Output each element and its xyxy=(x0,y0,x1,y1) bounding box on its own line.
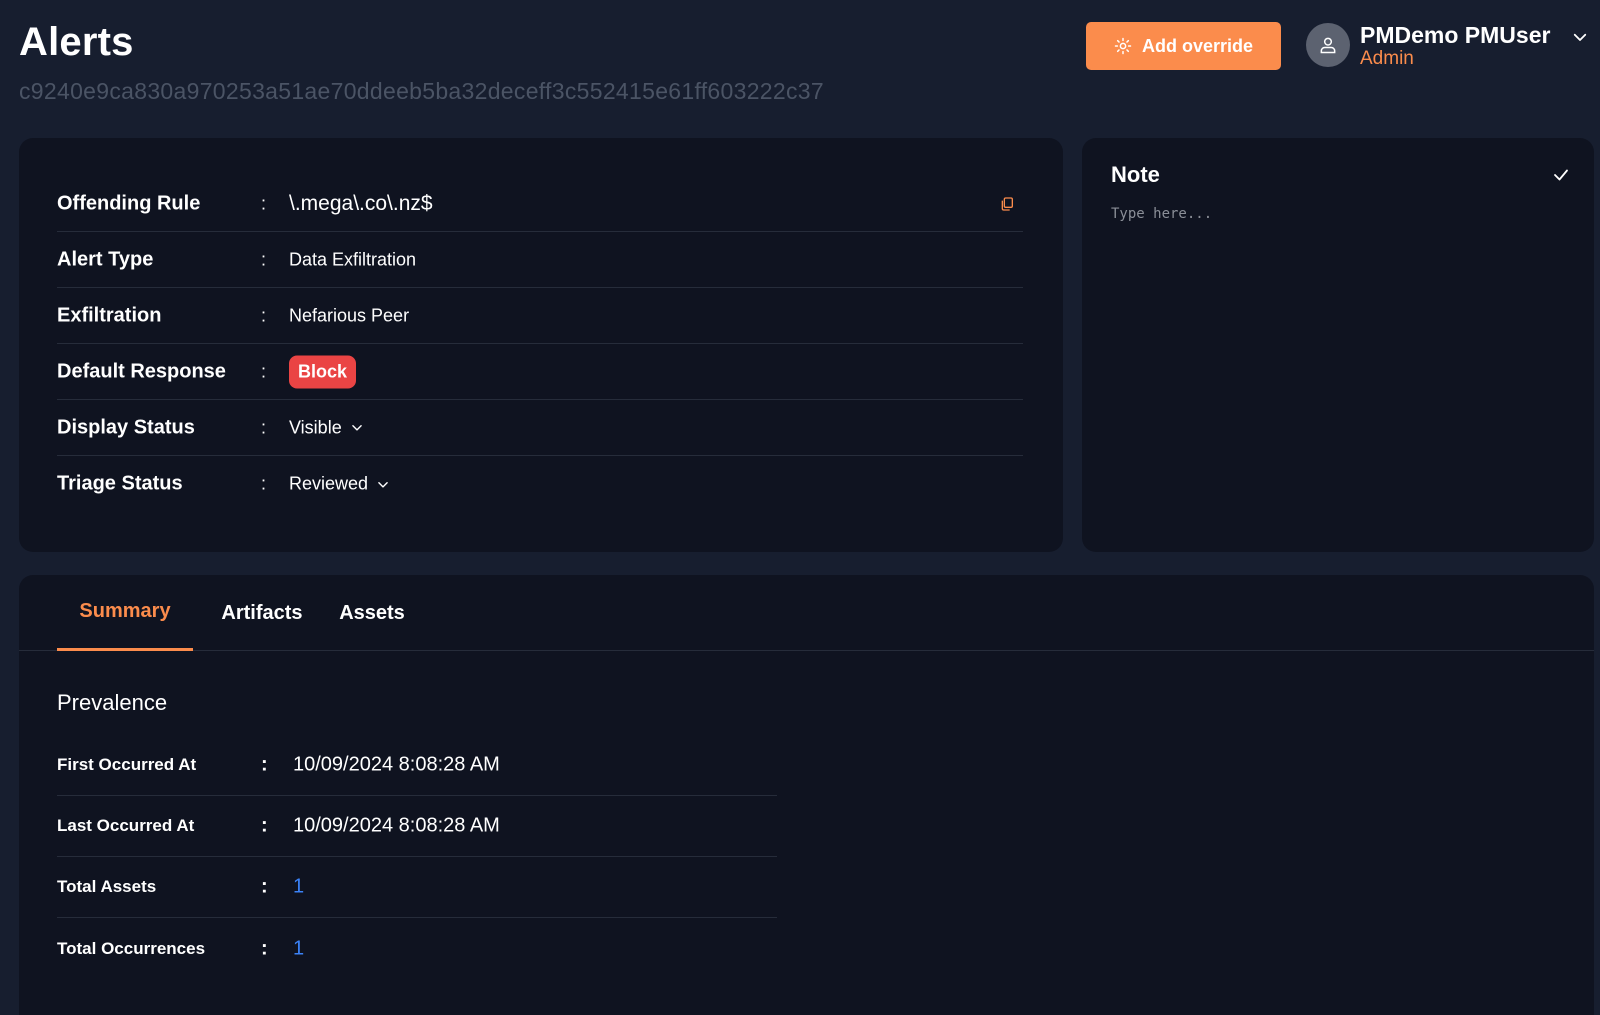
triage-status-value: Reviewed xyxy=(289,473,369,494)
detail-row-default-response: Default Response : Block xyxy=(57,344,1023,400)
user-menu[interactable]: PMDemo PMUser Admin xyxy=(1306,22,1596,78)
detail-colon: : xyxy=(261,417,267,437)
page-header: Alerts c9240e9ca830a970253a51ae70ddeeb5b… xyxy=(0,0,1600,130)
prevalence-label: Last Occurred At xyxy=(57,816,195,835)
first-occurred-value: 10/09/2024 8:08:28 AM xyxy=(293,753,500,776)
user-role: Admin xyxy=(1360,48,1414,69)
tab-bar: Summary Artifacts Assets xyxy=(19,575,1594,651)
detail-label: Offending Rule xyxy=(57,192,201,214)
detail-row-triage-status: Triage Status : Reviewed xyxy=(57,456,1023,512)
prevalence-colon: : xyxy=(261,814,268,837)
detail-colon: : xyxy=(261,193,267,213)
offending-rule-value: \.mega\.co\.nz$ xyxy=(289,191,433,215)
prevalence-label: First Occurred At xyxy=(57,755,197,774)
chevron-down-icon[interactable] xyxy=(1571,28,1589,46)
detail-label: Default Response xyxy=(57,360,226,382)
user-icon xyxy=(1320,37,1336,54)
chevron-down-icon xyxy=(351,425,362,431)
detail-row-display-status: Display Status : Visible xyxy=(57,400,1023,456)
user-name: PMDemo PMUser xyxy=(1360,22,1551,48)
default-response-value: Block xyxy=(289,355,357,388)
prevalence-row-total-occurrences: Total Occurrences : 1 xyxy=(57,918,777,979)
detail-row-exfiltration: Exfiltration : Nefarious Peer xyxy=(57,288,1023,344)
tab-summary[interactable]: Summary xyxy=(57,575,193,651)
chevron-down-icon xyxy=(378,481,388,488)
tab-assets[interactable]: Assets xyxy=(333,575,411,651)
add-override-label: Add override xyxy=(1141,35,1254,56)
prevalence-colon: : xyxy=(261,937,268,959)
prevalence-row-first-occurred: First Occurred At : 10/09/2024 8:08:28 A… xyxy=(57,735,777,796)
detail-label: Exfiltration xyxy=(57,304,162,326)
detail-row-offending-rule: Offending Rule : \.mega\.co\.nz$ xyxy=(57,176,1023,232)
alert-hash: c9240e9ca830a970253a51ae70ddeeb5ba32dece… xyxy=(19,78,824,104)
check-icon[interactable] xyxy=(1552,166,1570,184)
detail-row-alert-type: Alert Type : Data Exfiltration xyxy=(57,232,1023,288)
detail-label: Triage Status xyxy=(57,472,183,495)
total-assets-link[interactable]: 1 xyxy=(293,876,304,899)
exfiltration-value: Nefarious Peer xyxy=(289,305,410,325)
block-badge: Block xyxy=(289,355,357,388)
gear-sun-icon xyxy=(1114,37,1132,55)
page-title: Alerts xyxy=(19,20,134,64)
detail-colon: : xyxy=(261,361,267,381)
prevalence-label: Total Assets xyxy=(57,877,157,896)
prevalence-row-total-assets: Total Assets : 1 xyxy=(57,857,777,918)
detail-label: Alert Type xyxy=(57,248,154,270)
display-status-value: Visible xyxy=(289,417,342,437)
tab-artifacts[interactable]: Artifacts xyxy=(211,575,313,651)
copy-icon[interactable] xyxy=(999,196,1015,212)
detail-label: Display Status xyxy=(57,416,195,438)
total-occurrences-link[interactable]: 1 xyxy=(293,937,304,960)
prevalence-colon: : xyxy=(261,753,268,776)
note-card: Note xyxy=(1082,138,1594,552)
note-title: Note xyxy=(1111,162,1160,187)
alert-details-card: Offending Rule : \.mega\.co\.nz$ Alert T… xyxy=(19,138,1063,552)
display-status-dropdown[interactable]: Visible xyxy=(289,417,364,438)
avatar[interactable] xyxy=(1306,23,1350,67)
summary-panel: Summary Artifacts Assets Prevalence Firs… xyxy=(19,575,1594,1015)
prevalence-label: Total Occurrences xyxy=(57,938,206,958)
add-override-button[interactable]: Add override xyxy=(1086,22,1281,70)
prevalence-row-last-occurred: Last Occurred At : 10/09/2024 8:08:28 AM xyxy=(57,796,777,857)
alert-type-value: Data Exfiltration xyxy=(289,249,417,269)
note-input[interactable] xyxy=(1111,206,1571,526)
detail-colon: : xyxy=(261,305,267,325)
prevalence-title: Prevalence xyxy=(57,690,168,715)
detail-colon: : xyxy=(261,249,267,269)
detail-colon: : xyxy=(261,473,267,494)
triage-status-dropdown[interactable]: Reviewed xyxy=(289,474,390,495)
prevalence-colon: : xyxy=(261,875,268,898)
last-occurred-value: 10/09/2024 8:08:28 AM xyxy=(293,814,500,837)
